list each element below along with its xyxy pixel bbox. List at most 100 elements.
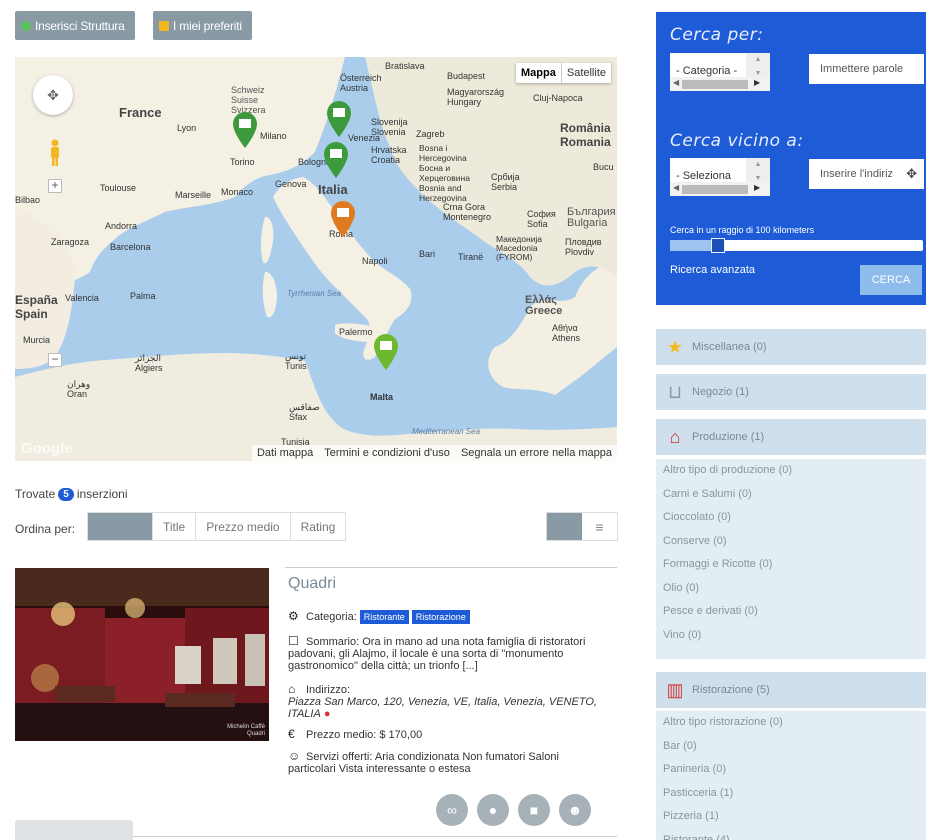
label-andorra: Andorra [105, 221, 138, 231]
tag-ristorante[interactable]: Ristorante [359, 610, 409, 624]
google-logo: Google [21, 440, 73, 457]
found-suffix: inserzioni [76, 487, 128, 501]
sort-label: Ordina per: [15, 522, 76, 536]
category-negozio[interactable]: ⊔ Negozio (1) [656, 374, 926, 410]
subcategory-item[interactable]: Altro tipo ristorazione (0) [656, 711, 926, 735]
sort-option-rating[interactable]: Rating [289, 513, 346, 540]
map-type-map-button[interactable]: Mappa [516, 63, 561, 83]
address-input[interactable]: Inserire l'indirizzo ✥ [809, 159, 924, 189]
category-produzione[interactable]: ⌂ Produzione (1) [656, 419, 926, 455]
label-ellas: Ελλάς Greece [525, 294, 563, 317]
sort-option-title[interactable]: Title [152, 513, 195, 540]
map-pin-icon[interactable]: ● [477, 794, 509, 826]
category-label: Categoria: [306, 611, 357, 623]
label-monaco: Monaco [221, 187, 254, 197]
radius-slider[interactable] [670, 238, 923, 253]
subcategory-item[interactable]: Formaggi e Ricotte (0) [656, 553, 926, 577]
subcategory-item[interactable]: Pizzeria (1) [656, 805, 926, 829]
subcategory-item[interactable]: Panineria (0) [656, 758, 926, 782]
found-prefix: Trovate [15, 487, 56, 501]
advanced-search-link[interactable]: Ricerca avanzata [670, 264, 755, 276]
near-select-value: - Seleziona [676, 170, 732, 182]
category-miscellanea[interactable]: ★ Miscellanea (0) [656, 329, 926, 365]
list-view-icon[interactable]: ≡ [582, 513, 617, 540]
chat-icon[interactable]: ■ [518, 794, 550, 826]
star-icon [159, 20, 169, 31]
label-bucu: Bucu [593, 162, 614, 172]
subcategory-item[interactable]: Pesce e derivati (0) [656, 600, 926, 624]
grid-view-button[interactable] [547, 513, 582, 540]
subcategory-item[interactable]: Conserve (0) [656, 530, 926, 554]
label-bilbao: Bilbao [15, 195, 41, 205]
price-text: Prezzo medio: $ 170,00 [306, 729, 423, 741]
label-france: France [119, 105, 162, 120]
label-srbija: Србија Serbia [491, 172, 520, 192]
sort-option-default[interactable] [88, 513, 152, 540]
map-terms-link[interactable]: Termini e condizioni d'uso [324, 447, 450, 459]
horizontal-scrollbar[interactable]: ◀ ▶ [670, 182, 770, 196]
tag-ristorazione[interactable]: Ristorazione [411, 610, 470, 624]
subcategory-item[interactable]: Carni e Salumi (0) [656, 483, 926, 507]
keyword-input[interactable]: Immettere parole [809, 54, 924, 84]
map-marker-green[interactable] [232, 111, 258, 149]
pan-control-icon[interactable]: ✥ [33, 75, 73, 115]
view-toggle: ≡ [546, 512, 618, 541]
near-select[interactable]: - Seleziona ▲ ▼ ◀ ▶ [670, 158, 770, 196]
street-view-pegman-icon[interactable] [48, 139, 62, 167]
label-italia: Italia [318, 182, 348, 197]
search-panel: Cerca per: - Categoria - ▲ ▼ ◀ ▶ Immettere… [656, 12, 926, 305]
listing-title[interactable]: Quadri [288, 575, 336, 593]
map-type-satellite-button[interactable]: Satellite [560, 63, 611, 83]
label-napoli: Napoli [362, 256, 388, 266]
label-toulouse: Toulouse [100, 183, 137, 193]
subcategory-item[interactable]: Pasticceria (1) [656, 782, 926, 806]
map-report-link[interactable]: Segnala un errore nella mappa [461, 447, 612, 459]
label-bulgaria: България Bulgaria [567, 206, 616, 229]
subcategory-item[interactable]: Vino (0) [656, 624, 926, 648]
basket-icon: ▥ [666, 679, 684, 700]
search-near-heading: Cerca vicino a: [670, 131, 804, 151]
subcategory-item[interactable]: Ristorante (4) [656, 829, 926, 840]
map[interactable]: France Italia Schweiz Suisse Svizzera Ös… [15, 57, 617, 461]
favorites-label: I miei preferiti [173, 18, 242, 33]
subcategory-item[interactable]: Altro tipo di produzione (0) [656, 459, 926, 483]
address-input-placeholder: Inserire l'indirizzo [820, 168, 892, 180]
category-select[interactable]: - Categoria - ▲ ▼ ◀ ▶ [670, 53, 770, 91]
zoom-in-button[interactable]: + [48, 179, 62, 193]
map-marker-green[interactable] [326, 100, 352, 138]
label-lyon: Lyon [177, 123, 197, 133]
address-text: Piazza San Marco, 120, Venezia, VE, Ital… [288, 696, 597, 720]
subcategory-item[interactable]: Olio (0) [656, 577, 926, 601]
smiley-icon: ☺ [288, 749, 301, 763]
label-barcelona: Barcelona [110, 242, 151, 252]
next-listing-tab[interactable] [15, 820, 133, 840]
subcategory-item[interactable]: Cioccolato (0) [656, 506, 926, 530]
sort-option-price[interactable]: Prezzo medio [195, 513, 289, 540]
label-tyrrhenian: Tyrrhenian Sea [287, 289, 342, 298]
slider-handle[interactable] [711, 238, 726, 253]
location-pin-icon[interactable]: ● [324, 708, 331, 720]
address-label: Indirizzo: [306, 684, 351, 696]
search-button[interactable]: CERCA [860, 265, 922, 295]
label-med: Mediterranean Sea [412, 427, 481, 436]
locate-icon[interactable]: ✥ [906, 166, 917, 182]
listing-address: ⌂ Indirizzo: Piazza San Marco, 120, Venez… [288, 683, 608, 720]
favorites-button[interactable]: I miei preferiti [153, 11, 252, 40]
map-marker-lime[interactable] [373, 333, 399, 371]
map-data-link[interactable]: Dati mappa [257, 447, 313, 459]
add-structure-button[interactable]: Inserisci Struttura [15, 11, 135, 40]
label-oran: وهران Oran [67, 379, 91, 399]
subcategory-item[interactable]: Bar (0) [656, 735, 926, 759]
user-icon[interactable]: ☻ [559, 794, 591, 826]
zoom-out-button[interactable]: − [48, 353, 62, 367]
label-zagreb: Zagreb [416, 129, 445, 139]
map-marker-green[interactable] [323, 141, 349, 179]
category-label: Produzione (1) [692, 431, 765, 443]
map-marker-orange[interactable] [330, 200, 356, 238]
summary-text: Sommario: Ora in mano ad una nota famigl… [288, 636, 586, 672]
listing-photo[interactable]: Michelin Caffè Quadri [15, 568, 269, 741]
listing-divider [285, 567, 617, 568]
link-icon[interactable]: ∞ [436, 794, 468, 826]
category-ristorazione[interactable]: ▥ Ristorazione (5) [656, 672, 926, 708]
horizontal-scrollbar[interactable]: ◀ ▶ [670, 77, 770, 91]
